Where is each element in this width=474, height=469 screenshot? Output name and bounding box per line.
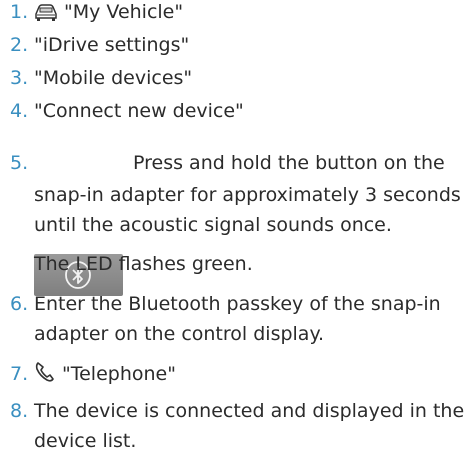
step-5-note: The LED flashes green.: [34, 253, 253, 275]
step-5-line-2: snap-in adapter for approximately 3 seco…: [34, 184, 461, 206]
step-7: 7. "Telephone": [10, 361, 176, 389]
telephone-icon: [34, 361, 56, 389]
step-number: 5.: [10, 152, 29, 174]
step-5-line-1: Press and hold the button on the: [133, 152, 445, 174]
step-8-line-2: device list.: [34, 430, 137, 452]
step-8: 8. The device is connected and displayed …: [10, 399, 464, 423]
step-number: 3.: [10, 67, 29, 89]
step-6-line-1: Enter the Bluetooth passkey of the snap-…: [34, 293, 441, 315]
car-icon: [34, 3, 58, 27]
step-3-text: "Mobile devices": [34, 67, 193, 89]
step-number: 8.: [10, 400, 29, 422]
step-2: 2. "iDrive settings": [10, 33, 189, 57]
step-7-text: "Telephone": [62, 363, 176, 385]
step-number: 7.: [10, 363, 29, 385]
instruction-list: 1. "My Vehicle" 2. "iDrive settings" 3. "Mo…: [0, 0, 474, 469]
step-2-text: "iDrive settings": [34, 34, 190, 56]
step-5: 5.: [10, 151, 34, 175]
step-number: 1.: [10, 1, 29, 23]
step-1-text: "My Vehicle": [64, 1, 184, 23]
step-5-line-3: until the acoustic signal sounds once.: [34, 214, 392, 236]
step-number: 4.: [10, 100, 29, 122]
step-6: 6. Enter the Bluetooth passkey of the sna…: [10, 292, 441, 316]
step-number: 2.: [10, 34, 29, 56]
step-4: 4. "Connect new device": [10, 99, 244, 123]
step-number: 6.: [10, 293, 29, 315]
step-1: 1. "My Vehicle": [10, 0, 183, 27]
step-6-line-2: adapter on the control display.: [34, 323, 325, 345]
step-3: 3. "Mobile devices": [10, 66, 192, 90]
step-8-line-1: The device is connected and displayed in…: [34, 400, 465, 422]
step-4-text: "Connect new device": [34, 100, 244, 122]
